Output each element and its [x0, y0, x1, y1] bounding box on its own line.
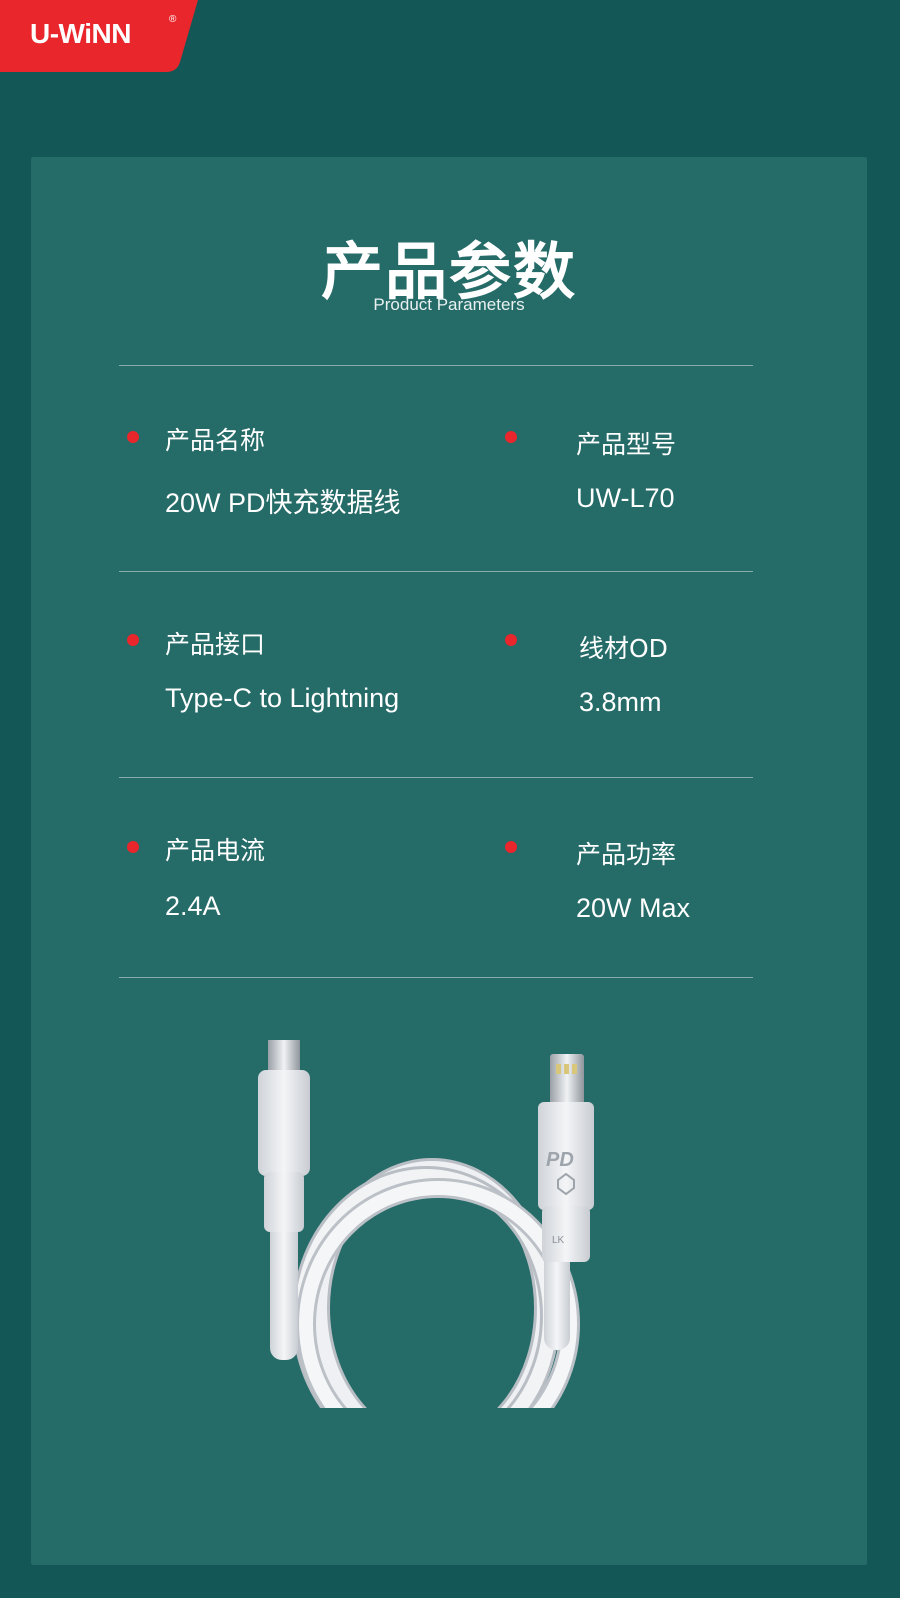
divider-top: [119, 365, 753, 366]
divider-bottom: [119, 977, 753, 978]
page-subtitle: Product Parameters: [373, 295, 525, 314]
param-label-power: 产品功率: [576, 840, 677, 869]
param-value-current: 2.4A: [165, 891, 221, 921]
param-label-od: 线材OD: [579, 634, 668, 663]
brand-logo-text: U-WiNN: [30, 18, 131, 49]
bullet-dot: [127, 634, 139, 646]
brand-logo-badge: U-WiNN ®: [0, 0, 198, 72]
bullet-dot: [505, 634, 517, 646]
param-label-interface: 产品接口: [165, 630, 266, 659]
pd-mark: PD: [546, 1149, 574, 1171]
bullet-dot: [505, 431, 517, 443]
bullet-dot: [127, 841, 139, 853]
param-label-name: 产品名称: [165, 426, 266, 455]
param-value-interface: Type-C to Lightning: [165, 683, 400, 713]
param-value-od: 3.8mm: [579, 687, 662, 717]
param-value-power: 20W Max: [576, 893, 691, 923]
cable-illustration: PD LK: [258, 1024, 594, 1470]
param-value-model: UW-L70: [576, 483, 675, 513]
param-label-model: 产品型号: [576, 430, 677, 459]
registered-mark: ®: [169, 14, 177, 25]
param-value-name: 20W PD快充数据线: [165, 488, 401, 518]
cable-product-image: PD LK: [200, 1024, 640, 1470]
bullet-dot: [505, 841, 517, 853]
divider-row-1: [119, 571, 753, 572]
divider-row-2: [119, 777, 753, 778]
type-c-plug: [258, 1070, 310, 1176]
param-label-current: 产品电流: [165, 836, 266, 865]
cable-mark: LK: [552, 1235, 565, 1246]
bullet-dot: [127, 431, 139, 443]
